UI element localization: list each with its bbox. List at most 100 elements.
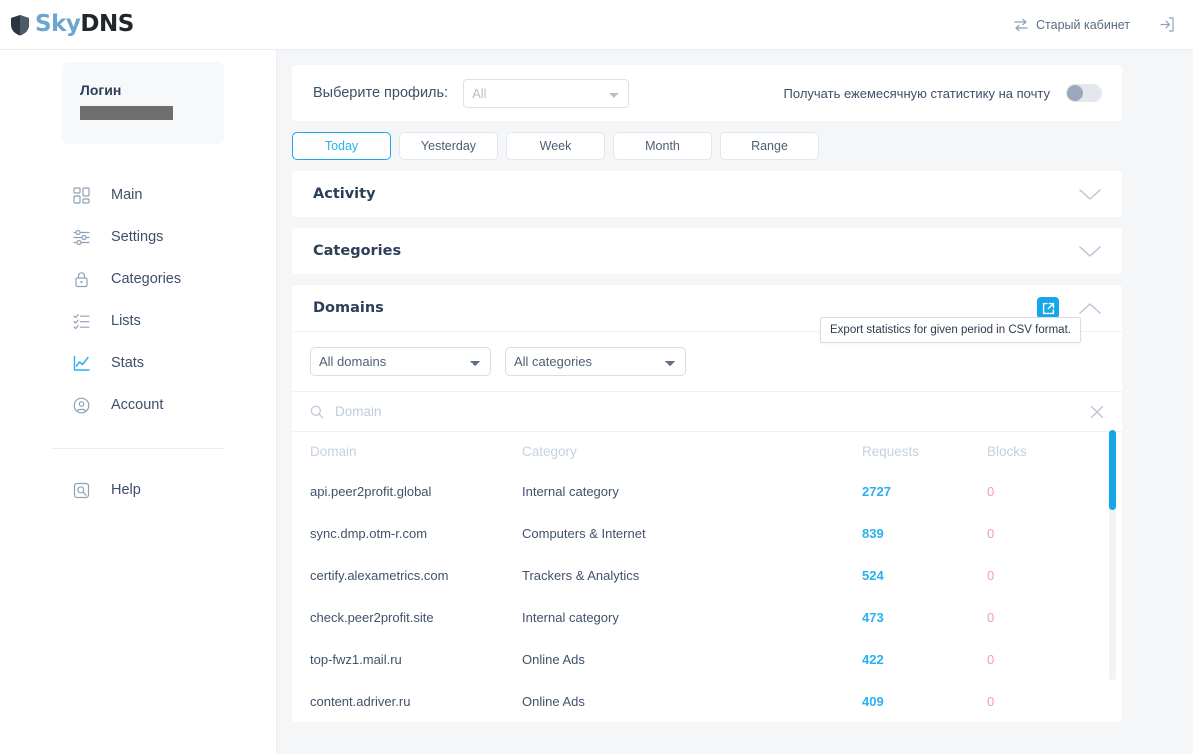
close-icon <box>1090 405 1104 418</box>
sidebar: Логин Main Settings Categories Lists Sta… <box>0 50 277 754</box>
section-activity-tools <box>1078 188 1102 201</box>
sidebar-item-label: Account <box>111 397 164 413</box>
old-cabinet-label: Старый кабинет <box>1036 17 1130 32</box>
chevron-up-icon[interactable] <box>1078 302 1102 315</box>
toggle-knob <box>1067 85 1083 101</box>
sidebar-item-settings[interactable]: Settings <box>0 216 276 258</box>
cell-requests[interactable]: 839 <box>862 526 987 541</box>
table-row[interactable]: check.peer2profit.site Internal category… <box>292 596 1122 638</box>
search-clear-button[interactable] <box>1090 405 1104 419</box>
profile-select[interactable]: All <box>463 78 630 108</box>
cell-category: Internal category <box>522 609 619 625</box>
lock-icon <box>72 270 91 289</box>
section-domains-title: Domains <box>313 300 384 316</box>
top-header: SkyDNS Старый кабинет <box>0 0 1193 50</box>
grid-icon <box>72 186 91 205</box>
monthly-stats-setting: Получать ежемесячную статистику на почту <box>784 84 1102 102</box>
sidebar-item-label: Help <box>111 482 141 498</box>
login-label: Логин <box>80 82 122 98</box>
date-tab-range[interactable]: Range <box>720 132 819 160</box>
header-actions: Старый кабинет <box>1013 16 1175 33</box>
sidebar-nav-bottom: Help <box>0 469 276 511</box>
cell-category: Trackers & Analytics <box>522 567 640 583</box>
section-activity-header[interactable]: Activity <box>292 171 1122 217</box>
export-tooltip: Export statistics for given period in CS… <box>820 317 1081 343</box>
cell-category: Online Ads <box>522 651 585 667</box>
cell-domain: check.peer2profit.site <box>310 609 434 625</box>
column-header-blocks: Blocks <box>987 443 1027 459</box>
table-row[interactable]: certify.alexametrics.com Trackers & Anal… <box>292 554 1122 596</box>
domains-scrollbar-thumb[interactable] <box>1109 430 1116 510</box>
profile-bar: Выберите профиль: All Получать ежемесячн… <box>292 65 1122 121</box>
sidebar-item-label: Main <box>111 187 143 203</box>
table-row[interactable]: top-fwz1.mail.ru Online Ads 422 0 <box>292 638 1122 680</box>
domains-table: Domain Category Requests Blocks api.peer… <box>292 432 1122 722</box>
sidebar-item-categories[interactable]: Categories <box>0 258 276 300</box>
main-content: Выберите профиль: All Получать ежемесячн… <box>277 50 1193 754</box>
export-csv-button[interactable] <box>1037 297 1059 319</box>
profile-select-label: Выберите профиль: <box>313 85 449 101</box>
cell-blocks: 0 <box>987 567 995 583</box>
external-link-icon <box>1042 302 1054 314</box>
logo-text-sky: Sky <box>35 11 81 37</box>
sidebar-item-account[interactable]: Account <box>0 384 276 426</box>
sliders-icon <box>72 228 91 247</box>
section-categories-title: Categories <box>313 243 402 259</box>
cell-category: Online Ads <box>522 693 585 709</box>
chevron-down-icon[interactable] <box>1078 188 1102 201</box>
cell-requests[interactable]: 473 <box>862 610 987 625</box>
swap-arrows-icon <box>1014 18 1028 31</box>
chevron-down-icon[interactable] <box>1078 245 1102 258</box>
section-domains-header[interactable]: Domains Export statistics for given peri… <box>292 285 1122 343</box>
column-header-domain: Domain <box>310 443 357 459</box>
table-row[interactable]: api.peer2profit.global Internal category… <box>292 470 1122 512</box>
monthly-stats-label: Получать ежемесячную статистику на почту <box>783 85 1050 101</box>
all-categories-select[interactable]: All categories <box>505 347 686 376</box>
login-card: Логин <box>62 62 224 144</box>
skydns-logo[interactable]: SkyDNS <box>10 13 134 36</box>
section-domains: Domains Export statistics for given peri… <box>292 285 1122 722</box>
logout-icon <box>1160 17 1174 32</box>
section-categories: Categories <box>292 228 1122 274</box>
domain-search-row <box>292 391 1122 432</box>
sidebar-item-help[interactable]: Help <box>0 469 276 511</box>
cell-requests[interactable]: 409 <box>862 694 987 709</box>
table-row[interactable]: sync.dmp.otm-r.com Computers & Internet … <box>292 512 1122 554</box>
old-cabinet-link[interactable]: Старый кабинет <box>1013 18 1130 32</box>
domain-search-input[interactable] <box>335 404 1079 419</box>
cell-requests[interactable]: 524 <box>862 568 987 583</box>
shield-icon <box>11 14 29 35</box>
date-tab-week[interactable]: Week <box>506 132 605 160</box>
checklist-icon <box>72 312 91 331</box>
section-domains-tools <box>1037 297 1102 319</box>
all-domains-select[interactable]: All domains <box>310 347 491 376</box>
logout-button[interactable] <box>1158 16 1175 33</box>
column-header-category: Category <box>522 443 577 459</box>
cell-blocks: 0 <box>987 483 995 499</box>
date-tab-today[interactable]: Today <box>292 132 391 160</box>
cell-domain: api.peer2profit.global <box>310 483 432 499</box>
cell-category: Computers & Internet <box>522 525 646 541</box>
sidebar-item-lists[interactable]: Lists <box>0 300 276 342</box>
table-header-row: Domain Category Requests Blocks <box>292 432 1122 470</box>
sidebar-item-label: Categories <box>111 271 182 287</box>
sidebar-item-main[interactable]: Main <box>0 174 276 216</box>
date-range-tabs: Today Yesterday Week Month Range <box>292 132 1178 160</box>
cell-requests[interactable]: 422 <box>862 652 987 667</box>
monthly-stats-toggle[interactable] <box>1066 84 1102 102</box>
section-categories-header[interactable]: Categories <box>292 228 1122 274</box>
sidebar-divider <box>52 448 224 449</box>
user-circle-icon <box>72 396 91 415</box>
date-tab-yesterday[interactable]: Yesterday <box>399 132 498 160</box>
search-icon <box>310 405 324 419</box>
date-tab-month[interactable]: Month <box>613 132 712 160</box>
sidebar-item-label: Settings <box>111 229 164 245</box>
cell-blocks: 0 <box>987 609 995 625</box>
table-row[interactable]: content.adriver.ru Online Ads 409 0 <box>292 680 1122 722</box>
cell-domain: top-fwz1.mail.ru <box>310 651 402 667</box>
sidebar-nav: Main Settings Categories Lists Stats Acc… <box>0 174 276 511</box>
login-value-redacted <box>80 106 173 120</box>
sidebar-item-stats[interactable]: Stats <box>0 342 276 384</box>
cell-requests[interactable]: 2727 <box>862 484 987 499</box>
sidebar-item-label: Stats <box>111 355 145 371</box>
